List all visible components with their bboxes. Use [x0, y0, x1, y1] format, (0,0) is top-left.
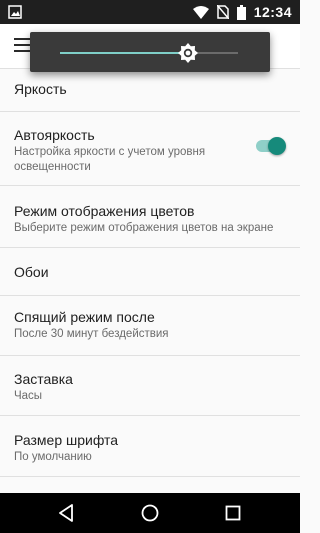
brightness-sun-icon[interactable] [178, 43, 198, 63]
status-bar: 12:34 [0, 0, 300, 24]
setting-color-mode[interactable]: Режим отображения цветов Выберите режим … [0, 202, 300, 236]
setting-summary: Часы [14, 390, 43, 402]
home-icon[interactable] [140, 503, 160, 523]
setting-title: Обои [14, 264, 49, 280]
setting-title: Режим отображения цветов [14, 203, 195, 219]
setting-summary: Выберите режим отображения цветов на экр… [14, 222, 274, 234]
battery-icon [236, 4, 246, 20]
divider [0, 295, 300, 296]
divider [0, 185, 300, 186]
setting-font-size[interactable]: Размер шрифта По умолчанию [0, 431, 300, 465]
setting-summary: По умолчанию [14, 451, 92, 463]
brightness-slider-fill[interactable] [60, 52, 188, 54]
setting-title: Спящий режим после [14, 309, 155, 325]
setting-auto-brightness[interactable]: Автояркость Настройка яркости с учетом у… [0, 126, 300, 178]
divider [0, 247, 300, 248]
setting-title: Заставка [14, 371, 73, 387]
setting-summary: После 30 минут бездействия [14, 328, 169, 340]
setting-wallpaper[interactable]: Обои [0, 263, 300, 281]
divider [0, 415, 300, 416]
recents-icon[interactable] [223, 503, 243, 523]
setting-brightness[interactable]: Яркость [0, 80, 300, 98]
image-notification-icon [8, 5, 22, 19]
divider [0, 111, 300, 112]
toggle-thumb [268, 137, 286, 155]
setting-summary: освещенности [14, 161, 91, 173]
brightness-popup [30, 32, 270, 72]
no-sim-icon [216, 5, 229, 19]
setting-title: Размер шрифта [14, 432, 119, 448]
setting-screensaver[interactable]: Заставка Часы [0, 370, 300, 404]
auto-brightness-toggle[interactable] [256, 136, 286, 156]
status-clock: 12:34 [253, 4, 292, 20]
divider [0, 355, 300, 356]
setting-sleep[interactable]: Спящий режим после После 30 минут бездей… [0, 308, 300, 342]
divider [0, 476, 300, 477]
setting-title: Яркость [14, 81, 67, 97]
back-icon[interactable] [57, 503, 77, 523]
navigation-bar [0, 493, 300, 533]
wifi-icon [192, 5, 209, 19]
